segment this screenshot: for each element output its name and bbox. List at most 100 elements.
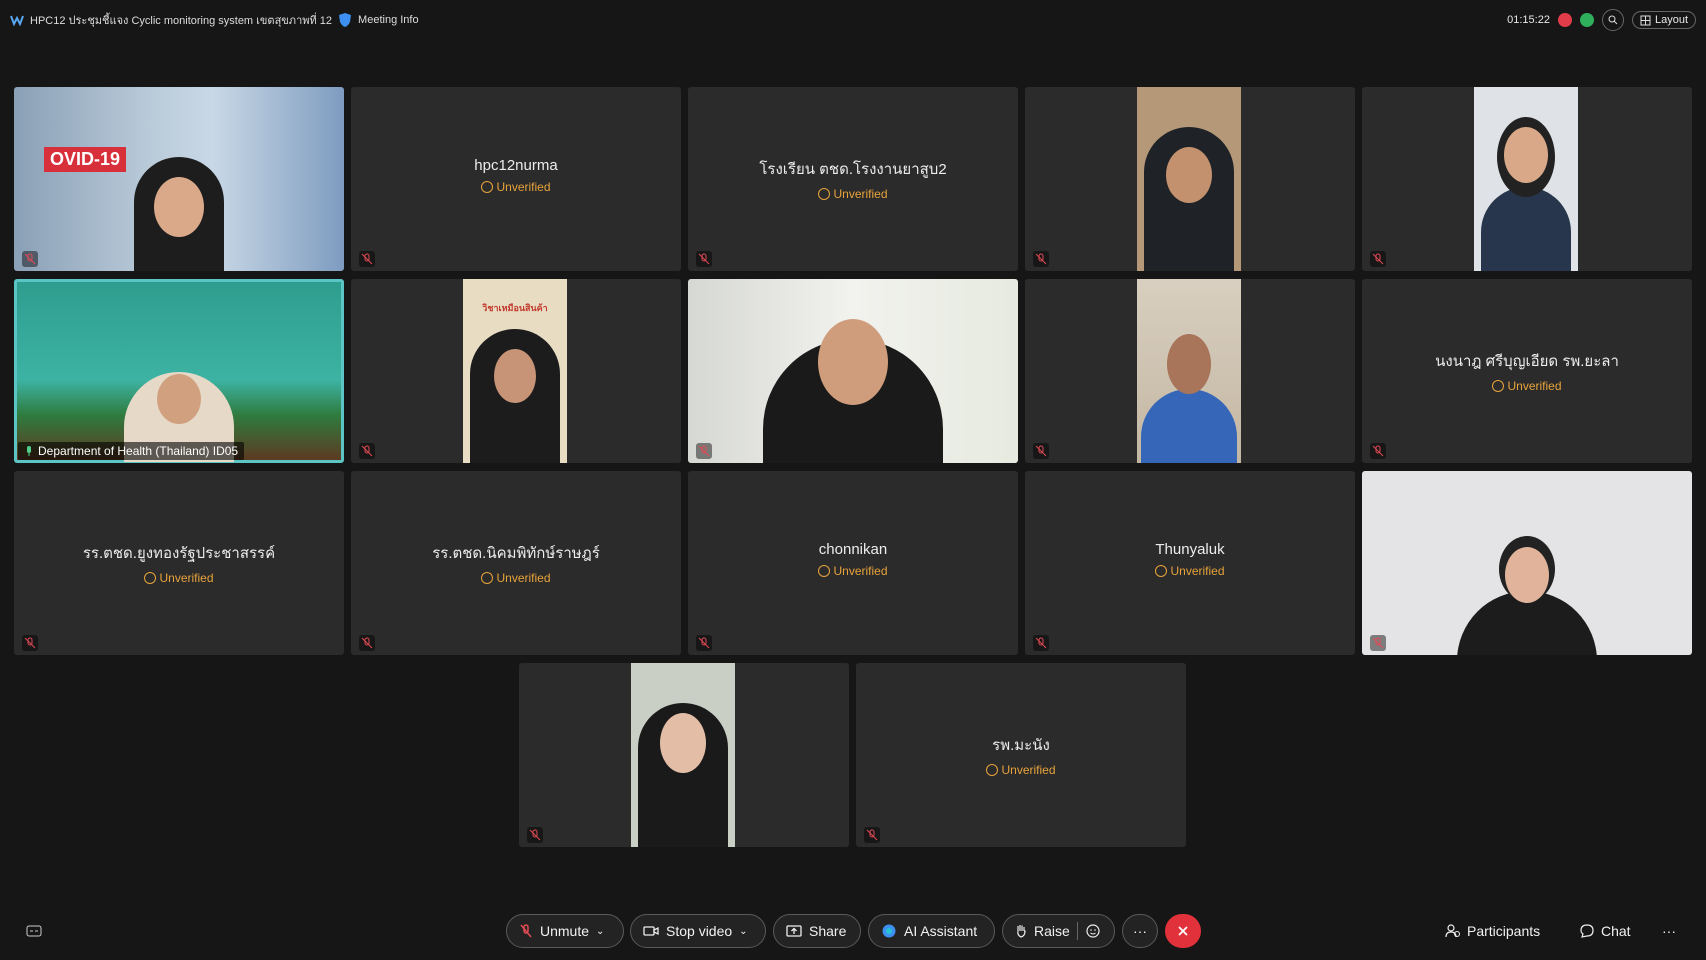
participant-name: hpc12nurma [474, 157, 558, 174]
ai-assistant-icon [882, 924, 896, 938]
participant-tile[interactable] [1362, 87, 1692, 271]
participant-tile[interactable]: OVID-19 [14, 87, 344, 271]
mic-muted-icon [359, 635, 375, 651]
raise-hand-button[interactable]: Raise [1002, 914, 1115, 948]
grid-icon [1640, 15, 1651, 25]
participant-tile[interactable]: วิชาเหมือนสินค้า [351, 279, 681, 463]
leave-meeting-button[interactable] [1165, 914, 1201, 948]
unmute-label: Unmute [540, 923, 590, 939]
clock-icon [818, 188, 831, 200]
mic-on-icon [27, 446, 31, 456]
participant-name: รร.ตชด.นิคมพิทักษ์ราษฎร์ [432, 545, 600, 562]
participant-name: chonnikan [818, 541, 888, 558]
more-options-button[interactable]: ··· [1122, 914, 1158, 948]
mic-muted-icon [1370, 443, 1386, 459]
mic-muted-icon [1370, 251, 1386, 267]
participant-tile[interactable] [688, 279, 1018, 463]
mic-muted-icon [22, 251, 38, 267]
mic-muted-icon [696, 251, 712, 267]
share-button[interactable]: Share [773, 914, 861, 948]
participant-tile[interactable]: รร.ตชด.นิคมพิทักษ์ราษฎร์ Unverified [351, 471, 681, 655]
participant-video: OVID-19 [14, 87, 344, 271]
clock-icon [1155, 565, 1168, 577]
clock-icon [481, 572, 494, 584]
participant-tile[interactable]: รร.ตชด.ยูงทองรัฐประชาสรรค์ Unverified [14, 471, 344, 655]
close-icon [1178, 926, 1188, 936]
webex-logo-icon [10, 15, 24, 26]
participants-icon [1445, 924, 1460, 938]
chevron-down-icon[interactable]: ⌄ [739, 926, 747, 937]
participant-name: นงนาฎ ศรีบุญเอียด รพ.ยะลา [1435, 353, 1619, 370]
share-icon [786, 925, 802, 937]
share-label: Share [809, 923, 847, 939]
reactions-icon[interactable] [1085, 923, 1101, 939]
overflow-menu-button[interactable]: ··· [1662, 914, 1676, 948]
layout-label: Layout [1654, 14, 1688, 26]
mic-muted-icon [696, 635, 712, 651]
mic-muted-icon [696, 443, 712, 459]
recording-icon[interactable] [1557, 13, 1572, 27]
top-bar: HPC12 ประชุมชี้แจง Cyclic monitoring sys… [0, 0, 1706, 42]
mic-muted-icon [527, 827, 543, 843]
participant-video [1137, 87, 1241, 271]
clock-icon [144, 572, 157, 584]
participants-button[interactable]: Participants [1445, 914, 1540, 948]
active-speaker-tile[interactable]: Department of Health (Thailand) ID05 [14, 279, 344, 463]
chevron-down-icon[interactable]: ⌄ [596, 926, 604, 937]
chat-button[interactable]: Chat [1579, 914, 1631, 948]
clock-icon [818, 565, 831, 577]
meeting-info-link[interactable]: Meeting Info [358, 14, 419, 26]
mic-muted-icon [1370, 635, 1386, 651]
unverified-badge: Unverified [1025, 564, 1355, 578]
meeting-controls-bar: Unmute ⌄ Stop video ⌄ Share AI Assistant… [0, 905, 1706, 960]
stop-video-label: Stop video [666, 923, 733, 939]
search-icon[interactable] [1601, 9, 1624, 31]
participant-tile[interactable] [1025, 87, 1355, 271]
participant-tile[interactable]: chonnikan Unverified [688, 471, 1018, 655]
shield-icon[interactable] [338, 12, 352, 28]
participant-video [17, 282, 341, 462]
more-icon: ··· [1133, 923, 1147, 939]
raise-label: Raise [1034, 923, 1070, 939]
participant-name: Department of Health (Thailand) ID05 [38, 444, 239, 458]
participant-tile[interactable] [1362, 471, 1692, 655]
participant-video [688, 279, 1018, 463]
unmute-button[interactable]: Unmute ⌄ [506, 914, 624, 948]
participant-video: วิชาเหมือนสินค้า [463, 279, 567, 463]
unverified-badge: Unverified [351, 571, 681, 585]
mic-muted-icon [1033, 251, 1049, 267]
ai-assistant-label: AI Assistant [904, 923, 978, 939]
participant-tile[interactable] [1025, 279, 1355, 463]
participants-label: Participants [1467, 923, 1541, 939]
participant-tile[interactable]: โรงเรียน ตชด.โรงงานยาสูบ2 Unverified [688, 87, 1018, 271]
unverified-badge: Unverified [14, 571, 344, 585]
participant-tile[interactable]: นงนาฎ ศรีบุญเอียด รพ.ยะลา Unverified [1362, 279, 1692, 463]
clock-icon [1492, 380, 1505, 392]
mic-muted-icon [359, 251, 375, 267]
participant-tile[interactable]: รพ.มะนัง Unverified [856, 663, 1186, 847]
network-signal-icon[interactable] [1579, 13, 1594, 27]
participant-video [1474, 87, 1578, 271]
clock-icon [986, 764, 999, 776]
participant-name: รพ.มะนัง [992, 737, 1050, 754]
captions-button[interactable] [26, 914, 42, 948]
stop-video-button[interactable]: Stop video ⌄ [630, 914, 766, 948]
participant-name: Thunyaluk [1155, 541, 1225, 558]
unverified-badge: Unverified [1362, 379, 1692, 393]
mic-muted-icon [359, 443, 375, 459]
ai-assistant-button[interactable]: AI Assistant [868, 914, 995, 948]
poster-text: วิชาเหมือนสินค้า [482, 303, 548, 313]
layout-button[interactable]: Layout [1631, 11, 1696, 29]
unverified-badge: Unverified [351, 180, 681, 194]
overflow-icon: ··· [1662, 923, 1676, 939]
participant-tile[interactable] [519, 663, 849, 847]
camera-icon [643, 926, 659, 936]
captions-icon [26, 925, 42, 937]
participant-video [1362, 471, 1692, 655]
participant-name: โรงเรียน ตชด.โรงงานยาสูบ2 [759, 161, 947, 178]
mic-muted-icon [1033, 443, 1049, 459]
participant-tile[interactable]: hpc12nurma Unverified [351, 87, 681, 271]
participant-name: รร.ตชด.ยูงทองรัฐประชาสรรค์ [82, 545, 276, 562]
participant-tile[interactable]: Thunyaluk Unverified [1025, 471, 1355, 655]
elapsed-time: 01:15:22 [1507, 14, 1550, 26]
